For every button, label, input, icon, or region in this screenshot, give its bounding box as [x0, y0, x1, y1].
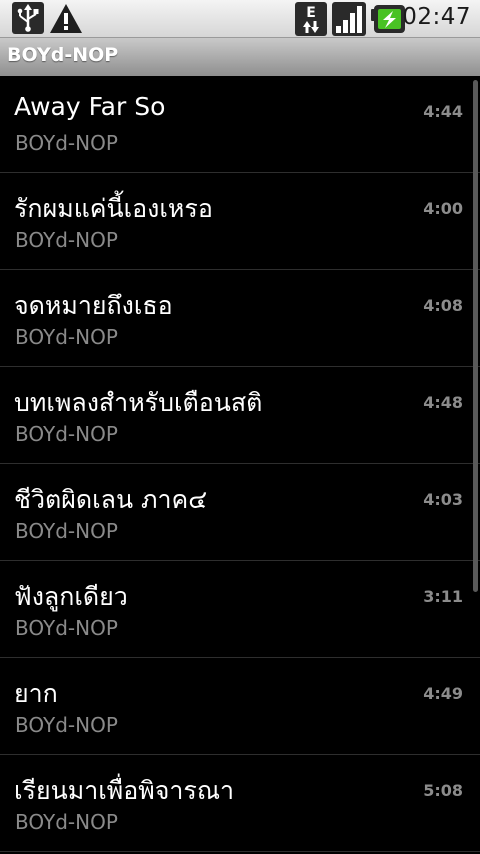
song-row[interactable]: รักผมแค่นี้เองเหรอ BOYd-NOP 4:00	[0, 173, 480, 270]
song-row[interactable]: ยาก BOYd-NOP 4:49	[0, 658, 480, 755]
song-row[interactable]: เรียนมาเพื่อพิจารณา BOYd-NOP 5:08	[0, 755, 480, 852]
song-artist: BOYd-NOP	[15, 810, 118, 834]
warning-icon	[49, 3, 83, 38]
song-row[interactable]: บทเพลงสำหรับเตือนสติ BOYd-NOP 4:48	[0, 367, 480, 464]
song-row[interactable]: ฟังลูกเดียว BOYd-NOP 3:11	[0, 561, 480, 658]
song-duration: 4:00	[423, 199, 463, 218]
song-duration: 4:49	[423, 684, 463, 703]
song-row[interactable]: Away Far So BOYd-NOP 4:44	[0, 76, 480, 173]
song-duration: 4:44	[423, 102, 463, 121]
song-duration: 5:08	[423, 781, 463, 800]
song-title: ชีวิตผิดเลน ภาค๔	[14, 485, 208, 514]
song-duration: 4:03	[423, 490, 463, 509]
battery-charging-icon	[371, 5, 405, 37]
song-title: บทเพลงสำหรับเตือนสติ	[14, 388, 263, 417]
song-list[interactable]: Away Far So BOYd-NOP 4:44 รักผมแค่นี้เอง…	[0, 76, 480, 854]
page-title: BOYd-NOP	[7, 44, 119, 66]
song-artist: BOYd-NOP	[15, 228, 118, 252]
usb-icon	[12, 2, 44, 38]
clock: 02:47	[402, 4, 471, 30]
song-artist: BOYd-NOP	[15, 325, 118, 349]
song-artist: BOYd-NOP	[15, 616, 118, 640]
signal-icon	[332, 2, 366, 40]
song-artist: BOYd-NOP	[15, 422, 118, 446]
song-artist: BOYd-NOP	[15, 519, 118, 543]
edge-data-icon: E	[295, 2, 327, 40]
song-title: เรียนมาเพื่อพิจารณา	[14, 776, 235, 805]
song-row[interactable]: จดหมายถึงเธอ BOYd-NOP 4:08	[0, 270, 480, 367]
scrollbar[interactable]	[473, 80, 478, 592]
song-duration: 4:08	[423, 296, 463, 315]
song-title: ฟังลูกเดียว	[14, 582, 128, 611]
song-duration: 3:11	[423, 587, 463, 606]
song-row[interactable]: ชีวิตผิดเลน ภาค๔ BOYd-NOP 4:03	[0, 464, 480, 561]
song-title: รักผมแค่นี้เองเหรอ	[14, 194, 213, 223]
song-title: ยาก	[14, 679, 58, 708]
status-bar: E 02:47	[0, 0, 480, 38]
network-type-label: E	[306, 5, 316, 21]
title-bar: BOYd-NOP	[0, 38, 480, 76]
song-duration: 4:48	[423, 393, 463, 412]
song-artist: BOYd-NOP	[15, 131, 118, 155]
song-title: Away Far So	[14, 92, 166, 121]
song-title: จดหมายถึงเธอ	[14, 291, 173, 320]
song-artist: BOYd-NOP	[15, 713, 118, 737]
